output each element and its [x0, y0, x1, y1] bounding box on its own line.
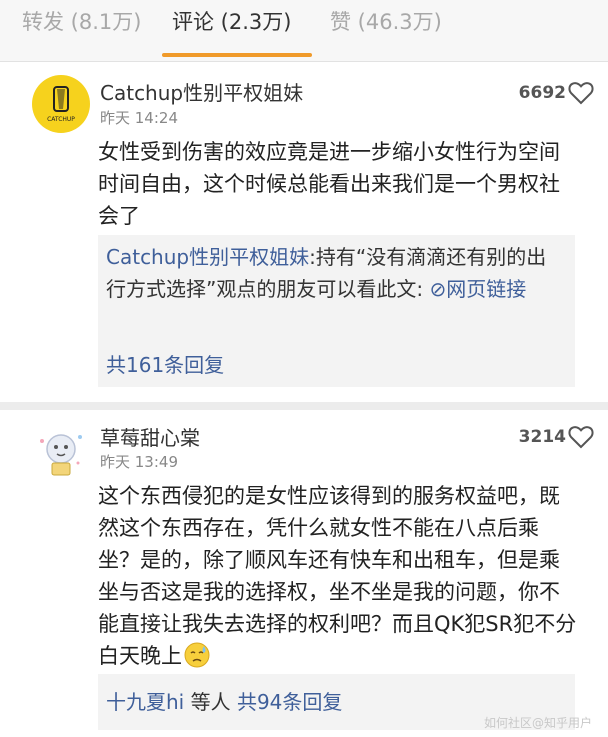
comment-text-content: 这个东西侵犯的是女性应该得到的服务权益吧，既然这个东西存在，凭什么就女性不能在八… — [98, 484, 577, 668]
reply-summary: 十九夏hi 等人 共94条回复 — [106, 686, 342, 715]
reply-text: Catchup性别平权姐妹:持有“没有滴滴还有别的出行方式选择”观点的朋友可以看… — [106, 241, 566, 305]
comment-author[interactable]: Catchup性别平权姐妹 — [100, 77, 303, 106]
link-icon: ⊘ — [429, 277, 447, 301]
cold-sweat-emoji-icon — [184, 642, 210, 668]
web-link[interactable]: 网页链接 — [446, 277, 526, 301]
tab-likes[interactable]: 赞 (46.3万) — [330, 6, 442, 36]
tab-bar: 转发 (8.1万) 评论 (2.3万) 赞 (46.3万) — [0, 0, 608, 62]
comment-text: 这个东西侵犯的是女性应该得到的服务权益吧，既然这个东西存在，凭什么就女性不能在八… — [98, 480, 578, 672]
divider — [0, 402, 608, 410]
comment-time: 昨天 13:49 — [100, 453, 178, 471]
heart-icon[interactable] — [568, 425, 594, 449]
comment-item: CATCHUP Catchup性别平权姐妹 昨天 14:24 6692 女性受到… — [0, 62, 608, 402]
avatar[interactable] — [32, 423, 90, 481]
tab-comments[interactable]: 评论 (2.3万) — [172, 6, 291, 36]
avatar-label: CATCHUP — [47, 116, 75, 123]
avatar[interactable]: CATCHUP — [32, 75, 90, 133]
reply-box[interactable]: Catchup性别平权姐妹:持有“没有滴滴还有别的出行方式选择”观点的朋友可以看… — [98, 235, 575, 387]
like-count: 3214 — [518, 427, 566, 447]
reply-count[interactable]: 共94条回复 — [237, 690, 342, 714]
like-count: 6692 — [518, 83, 566, 103]
comment-author[interactable]: 草莓甜心棠 — [100, 422, 200, 451]
active-tab-indicator — [162, 53, 312, 57]
heart-icon[interactable] — [568, 81, 594, 105]
watermark: 如何社区@知乎用户 — [483, 716, 592, 730]
comment-text: 女性受到伤害的效应竟是进一步缩小女性行为空间时间自由，这个时候总能看出来我们是一… — [98, 140, 560, 228]
reply-first-author[interactable]: 十九夏hi — [106, 690, 184, 714]
comment-item: 草莓甜心棠 昨天 13:49 3214 这个东西侵犯的是女性应该得到的服务权益吧… — [0, 410, 608, 737]
comment-time: 昨天 14:24 — [100, 109, 178, 127]
reply-count[interactable]: 共161条回复 — [106, 349, 224, 378]
reply-author[interactable]: Catchup性别平权姐妹 — [106, 245, 309, 269]
tab-reposts[interactable]: 转发 (8.1万) — [22, 6, 141, 36]
reply-others: 等人 — [184, 690, 237, 714]
